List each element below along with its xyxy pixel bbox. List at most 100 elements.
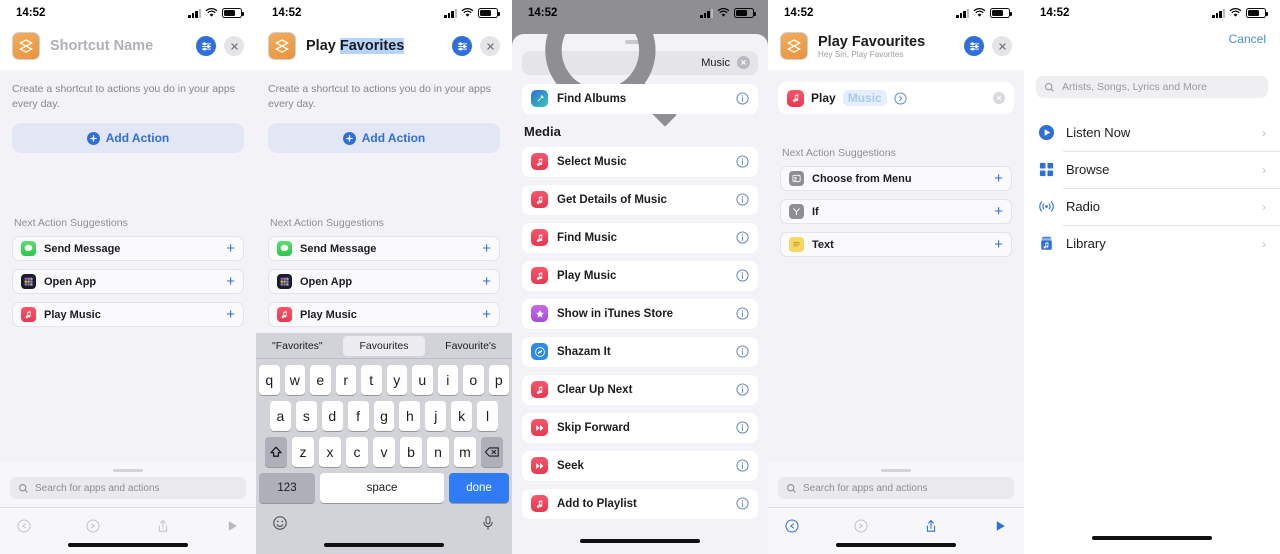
key-n[interactable]: n [427, 437, 449, 467]
result-row[interactable]: Find Music [522, 222, 758, 253]
music-row-browse[interactable]: Browse › [1024, 151, 1280, 188]
info-icon[interactable] [736, 345, 749, 358]
shortcut-name-input[interactable]: Shortcut Name [50, 38, 186, 54]
key-m[interactable]: m [454, 437, 476, 467]
info-icon[interactable] [736, 155, 749, 168]
shortcut-settings-button[interactable] [452, 36, 472, 56]
shortcut-title-wrap[interactable]: Play Favourites Hey Siri, Play Favorites [818, 34, 954, 59]
key-space[interactable]: space [320, 473, 444, 503]
add-action-button[interactable]: Add Action [12, 123, 244, 154]
add-action-button[interactable]: Add Action [268, 123, 500, 154]
action-parameter-token[interactable]: Music [842, 90, 887, 106]
key-y[interactable]: y [386, 365, 407, 395]
key-l[interactable]: l [477, 401, 499, 431]
shortcut-settings-button[interactable] [964, 36, 984, 56]
key-b[interactable]: b [400, 437, 422, 467]
key-d[interactable]: d [321, 401, 343, 431]
music-row-listen-now[interactable]: Listen Now › [1024, 114, 1280, 151]
key-z[interactable]: z [292, 437, 314, 467]
suggestion-row[interactable]: Play Music + [268, 302, 500, 327]
prediction-0[interactable]: "Favorites" [256, 336, 339, 356]
result-row[interactable]: Show in iTunes Store [522, 298, 758, 329]
remove-action-button[interactable] [993, 92, 1005, 104]
microphone-icon[interactable] [480, 515, 496, 531]
key-w[interactable]: w [284, 365, 305, 395]
suggestion-row[interactable]: Play Music + [12, 302, 244, 327]
undo-icon[interactable] [784, 518, 800, 534]
play-icon[interactable] [992, 518, 1008, 534]
key-g[interactable]: g [373, 401, 395, 431]
shortcut-name-input[interactable]: Play Favorites [306, 38, 442, 54]
search-apps-actions-field[interactable]: Search for apps and actions [778, 477, 1014, 499]
sheet-grabber[interactable] [881, 469, 911, 472]
info-icon[interactable] [736, 383, 749, 396]
action-row-play-music[interactable]: Play Music [778, 82, 1014, 114]
key-o[interactable]: o [463, 365, 484, 395]
prediction-2[interactable]: Favourite's [429, 336, 512, 356]
prediction-1[interactable]: Favourites [342, 335, 426, 356]
key-done[interactable]: done [449, 473, 509, 503]
clear-search-icon[interactable] [737, 56, 750, 69]
add-suggestion-button[interactable]: + [226, 307, 235, 322]
result-row[interactable]: Seek [522, 450, 758, 481]
add-suggestion-button[interactable]: + [994, 237, 1003, 252]
result-row[interactable]: Skip Forward [522, 412, 758, 443]
redo-icon[interactable] [853, 518, 869, 534]
share-icon[interactable] [923, 518, 939, 534]
shift-icon[interactable] [265, 437, 287, 467]
emoji-icon[interactable] [272, 515, 288, 531]
share-icon[interactable] [155, 518, 171, 534]
add-suggestion-button[interactable]: + [994, 171, 1003, 186]
key-e[interactable]: e [310, 365, 331, 395]
close-button[interactable] [224, 36, 244, 56]
key-k[interactable]: k [451, 401, 473, 431]
suggestion-row[interactable]: Choose from Menu + [780, 166, 1012, 191]
sheet-grabber[interactable] [113, 469, 143, 472]
key-h[interactable]: h [399, 401, 421, 431]
action-search-input[interactable]: Music [522, 34, 758, 127]
key-f[interactable]: f [347, 401, 369, 431]
info-icon[interactable] [736, 497, 749, 510]
suggestion-row[interactable]: Open App + [12, 269, 244, 294]
suggestion-row[interactable]: Open App + [268, 269, 500, 294]
key-p[interactable]: p [488, 365, 509, 395]
key-v[interactable]: v [373, 437, 395, 467]
close-button[interactable] [992, 36, 1012, 56]
result-row[interactable]: Shazam It [522, 336, 758, 367]
result-row[interactable]: Add to Playlist [522, 488, 758, 519]
suggestion-row[interactable]: Send Message + [268, 236, 500, 261]
shortcut-title-wrap[interactable]: Play Favorites [306, 38, 442, 54]
info-icon[interactable] [736, 231, 749, 244]
result-row[interactable]: Play Music [522, 260, 758, 291]
result-row-find-albums[interactable]: Find Albums [522, 83, 758, 114]
redo-icon[interactable] [85, 518, 101, 534]
music-search-field[interactable]: Artists, Songs, Lyrics and More [1036, 76, 1268, 98]
music-row-radio[interactable]: Radio › [1024, 188, 1280, 225]
key-t[interactable]: t [361, 365, 382, 395]
key-i[interactable]: i [437, 365, 458, 395]
add-suggestion-button[interactable]: + [226, 274, 235, 289]
key-j[interactable]: j [425, 401, 447, 431]
shortcut-name-input[interactable]: Play Favourites [818, 34, 954, 50]
info-icon[interactable] [736, 269, 749, 282]
key-s[interactable]: s [295, 401, 317, 431]
shortcut-settings-button[interactable] [196, 36, 216, 56]
chevron-right-circle-icon[interactable] [894, 91, 907, 105]
info-icon[interactable] [736, 92, 749, 105]
music-row-library[interactable]: Library › [1024, 225, 1280, 262]
shortcut-title-wrap[interactable]: Shortcut Name [50, 38, 186, 54]
key-u[interactable]: u [412, 365, 433, 395]
suggestion-row[interactable]: If + [780, 199, 1012, 224]
undo-icon[interactable] [16, 518, 32, 534]
info-icon[interactable] [736, 193, 749, 206]
result-row[interactable]: Select Music [522, 146, 758, 177]
add-suggestion-button[interactable]: + [482, 274, 491, 289]
cancel-button[interactable]: Cancel [1024, 26, 1280, 46]
info-icon[interactable] [736, 307, 749, 320]
info-icon[interactable] [736, 459, 749, 472]
search-apps-actions-field[interactable]: Search for apps and actions [10, 477, 246, 499]
add-suggestion-button[interactable]: + [482, 241, 491, 256]
close-button[interactable] [480, 36, 500, 56]
key-a[interactable]: a [270, 401, 291, 431]
key-q[interactable]: q [259, 365, 280, 395]
